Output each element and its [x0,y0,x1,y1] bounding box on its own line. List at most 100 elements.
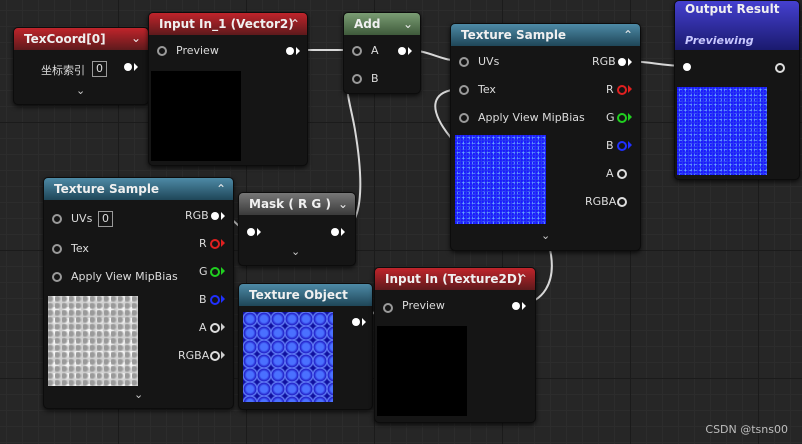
a-label: A [606,167,614,180]
r-label: R [606,83,614,96]
g-output-pin[interactable] [617,113,627,123]
r-output-pin[interactable] [617,85,627,95]
texture-object-node[interactable]: Texture Object [238,283,373,410]
rgba-output-pin[interactable] [210,351,220,361]
chevron-down-icon[interactable]: ⌄ [134,388,143,401]
texcoord-output-pin[interactable] [124,63,132,71]
preview-image [377,326,467,416]
arrow-icon [628,141,632,149]
texture-sample-top-node[interactable]: Texture Sample ⌃ UVs RGB Tex R Apply Vie… [450,23,641,251]
tex-label: Tex [71,242,89,255]
uvs-input-pin[interactable] [52,214,62,224]
tex-input-pin[interactable] [459,85,469,95]
chevron-up-icon[interactable]: ⌃ [518,268,528,290]
mask-output-pin[interactable] [331,228,339,236]
texture-sample-left-node[interactable]: Texture Sample ⌃ UVs 0 RGB Tex R Apply V… [43,177,234,409]
chevron-down-icon[interactable]: ⌄ [338,193,348,215]
chevron-down-icon[interactable]: ⌄ [541,229,550,242]
preview-label: Preview [402,299,445,312]
preview-input-pin[interactable] [157,46,167,56]
texture-object-header[interactable]: Texture Object [239,284,372,306]
chevron-up-icon[interactable]: ⌃ [216,178,226,200]
mipbias-input-pin[interactable] [459,113,469,123]
add-output-pin[interactable] [398,47,406,55]
texture-object-title: Texture Object [249,288,348,302]
output-result-node[interactable]: Output Result Previewing [674,0,800,180]
mask-node[interactable]: Mask ( R G ) ⌄ ⌄ [238,192,356,266]
add-input-b-pin[interactable] [352,74,362,84]
texture-sample-top-header[interactable]: Texture Sample ⌃ [451,24,640,46]
mipbias-input-pin[interactable] [52,272,62,282]
arrow-icon [134,63,138,71]
chevron-down-icon[interactable]: ⌄ [403,13,413,35]
rgb-output-pin[interactable] [211,212,219,220]
arrow-icon [221,295,225,303]
input-texture2d-output-pin[interactable] [512,302,520,310]
a-label: A [199,321,207,334]
output-result-header[interactable]: Output Result Previewing [675,1,799,50]
add-node[interactable]: Add ⌄ A B [343,12,421,94]
texture-object-output-pin[interactable] [352,318,360,326]
texture-preview-image [455,135,546,224]
chevron-down-icon[interactable]: ⌄ [131,27,141,49]
input-vector2-node[interactable]: Input In_1 (Vector2) ⌃ Preview [148,12,308,166]
add-title: Add [354,17,381,31]
rgba-output-pin[interactable] [617,197,627,207]
output-result-pin[interactable] [775,63,785,73]
uvs-input-pin[interactable] [459,57,469,67]
a-output-pin[interactable] [617,169,627,179]
texture-sample-left-title: Texture Sample [54,182,160,196]
add-pin-a-label: A [371,44,379,57]
b-output-pin[interactable] [617,141,627,151]
preview-input-pin[interactable] [383,303,393,313]
arrow-icon [362,318,366,326]
arrow-icon [221,267,225,275]
uvs-label: UVs [71,212,93,225]
input-vector2-title: Input In_1 (Vector2) [159,17,294,31]
mask-header[interactable]: Mask ( R G ) ⌄ [239,193,355,215]
preview-image [151,71,241,161]
arrow-icon [221,212,225,220]
texture-sample-top-title: Texture Sample [461,28,567,42]
b-output-pin[interactable] [210,295,220,305]
chevron-up-icon[interactable]: ⌃ [290,13,300,35]
arrow-icon [628,85,632,93]
texcoord-header[interactable]: TexCoord[0] ⌄ [14,28,148,50]
input-vector2-output-pin[interactable] [286,47,294,55]
mask-title: Mask ( R G ) [249,197,331,211]
previewing-label: Previewing [685,34,754,47]
chevron-up-icon[interactable]: ⌃ [623,24,633,46]
input-vector2-header[interactable]: Input In_1 (Vector2) ⌃ [149,13,307,35]
output-input-pin[interactable] [683,63,691,71]
rgb-output-pin[interactable] [618,58,626,66]
rgb-label: RGB [592,55,616,68]
texcoord-node[interactable]: TexCoord[0] ⌄ 坐标索引 0 ⌄ [13,27,149,105]
preview-label: Preview [176,44,219,57]
add-input-a-pin[interactable] [352,46,362,56]
chevron-down-icon[interactable]: ⌄ [291,245,300,258]
output-result-title: Output Result [685,2,780,16]
arrow-icon [221,323,225,331]
mask-input-pin[interactable] [247,228,255,236]
tex-label: Tex [478,83,496,96]
arrow-icon [522,302,526,310]
arrow-icon [257,228,261,236]
watermark: CSDN @tsns00 [705,423,788,436]
g-output-pin[interactable] [210,267,220,277]
r-output-pin[interactable] [210,239,220,249]
input-texture2d-header[interactable]: Input In (Texture2D) ⌃ [375,268,535,290]
rgba-label: RGBA [585,195,617,208]
chevron-down-icon[interactable]: ⌄ [76,84,85,97]
uvs-value-field[interactable]: 0 [98,211,113,227]
add-header[interactable]: Add ⌄ [344,13,420,35]
input-texture2d-node[interactable]: Input In (Texture2D) ⌃ Preview [374,267,536,423]
add-pin-b-label: B [371,72,379,85]
r-label: R [199,237,207,250]
tex-input-pin[interactable] [52,244,62,254]
texture-sample-left-header[interactable]: Texture Sample ⌃ [44,178,233,200]
texture-preview-image [48,296,138,386]
g-label: G [199,265,208,278]
coordinate-index-field[interactable]: 0 [92,61,107,77]
a-output-pin[interactable] [210,323,220,333]
g-label: G [606,111,615,124]
